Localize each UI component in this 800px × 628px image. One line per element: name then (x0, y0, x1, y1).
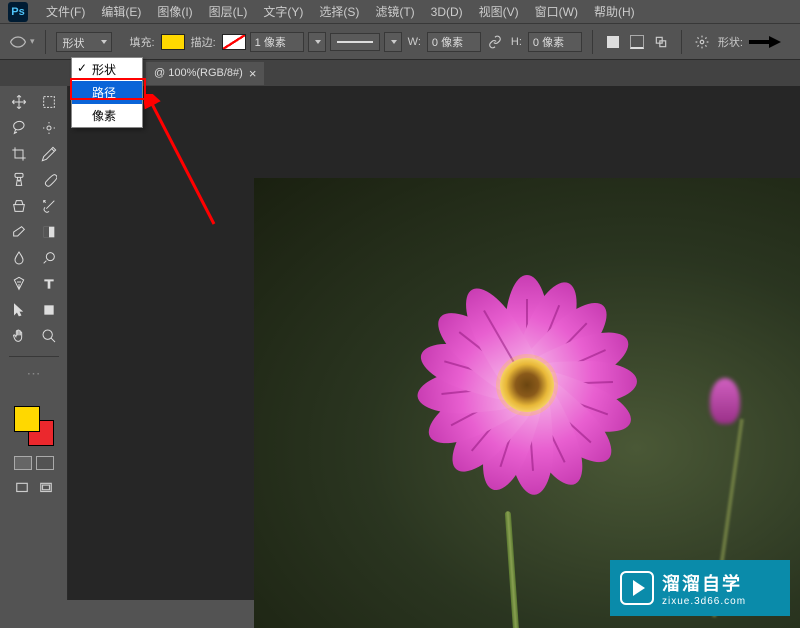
mode-option-path[interactable]: 路径 (72, 81, 142, 104)
stroke-style-menu[interactable] (384, 32, 402, 52)
stroke-label: 描边: (191, 34, 216, 50)
watermark-url: zixue.3d66.com (662, 596, 746, 607)
menu-window[interactable]: 窗口(W) (527, 1, 586, 22)
menu-help[interactable]: 帮助(H) (586, 1, 643, 22)
menu-layer[interactable]: 图层(L) (201, 1, 256, 22)
shape-label: 形状: (718, 34, 743, 50)
menu-type[interactable]: 文字(Y) (255, 1, 311, 22)
width-input[interactable] (427, 32, 481, 52)
menu-view[interactable]: 视图(V) (471, 1, 527, 22)
document-canvas[interactable]: 溜溜自学 zixue.3d66.com (254, 178, 800, 628)
zoom-tool[interactable] (35, 324, 63, 348)
menu-file[interactable]: 文件(F) (38, 1, 93, 22)
tab-close-icon[interactable]: × (249, 66, 257, 81)
height-label: H: (511, 36, 522, 48)
menu-image[interactable]: 图像(I) (149, 1, 200, 22)
gradient-tool[interactable] (35, 220, 63, 244)
main-area: ⋯ (0, 86, 800, 600)
brush-tool[interactable] (35, 168, 63, 192)
tool-preset-icon[interactable]: ▾ (8, 32, 35, 52)
blur-tool[interactable] (5, 246, 33, 270)
stroke-width-dropdown[interactable] (308, 32, 326, 52)
arrow-shape-icon (749, 36, 781, 48)
flower-image (407, 265, 647, 505)
canvas-area: 溜溜自学 zixue.3d66.com (68, 86, 800, 600)
color-picker-section (14, 406, 54, 446)
eyedropper-tool[interactable] (35, 142, 63, 166)
hand-tool[interactable] (5, 324, 33, 348)
tool-mode-dropdown[interactable]: 形状 (56, 32, 112, 52)
width-label: W: (408, 36, 421, 48)
pathops-icon[interactable] (603, 32, 623, 52)
shape-picker[interactable] (749, 36, 781, 48)
options-bar: ▾ 形状 填充: 描边: W: H: 形状: (0, 24, 800, 60)
quickmask-icon-2[interactable] (36, 456, 54, 470)
menu-select[interactable]: 选择(S) (311, 1, 367, 22)
lasso-tool[interactable] (5, 116, 33, 140)
screenmode-icon-2[interactable] (36, 478, 56, 498)
crop-tool[interactable] (5, 142, 33, 166)
pen-tool[interactable] (5, 272, 33, 296)
link-icon[interactable] (485, 32, 505, 52)
foreground-color[interactable] (14, 406, 40, 432)
shape-tool[interactable] (35, 298, 63, 322)
type-tool[interactable] (35, 272, 63, 296)
quickmask-icon[interactable] (14, 456, 32, 470)
menu-3d[interactable]: 3D(D) (423, 3, 471, 21)
height-input[interactable] (528, 32, 582, 52)
ps-logo: Ps (8, 2, 28, 22)
history-brush-tool[interactable] (35, 194, 63, 218)
stroke-width-input[interactable] (250, 32, 304, 52)
dodge-tool[interactable] (35, 246, 63, 270)
arrange-icon[interactable] (651, 32, 671, 52)
menu-edit[interactable]: 编辑(E) (93, 1, 149, 22)
document-tab[interactable]: @ 100%(RGB/8#) × (146, 62, 264, 85)
toolbox: ⋯ (0, 86, 68, 600)
quick-select-tool[interactable] (35, 116, 63, 140)
fill-label: 填充: (130, 34, 155, 50)
mode-option-shape[interactable]: 形状 (72, 58, 142, 81)
spot-heal-tool[interactable] (5, 168, 33, 192)
clone-stamp-tool[interactable] (5, 194, 33, 218)
tool-mode-menu: 形状 路径 像素 (71, 57, 143, 128)
watermark-title: 溜溜自学 (662, 570, 746, 596)
align-icon[interactable] (627, 32, 647, 52)
gear-icon[interactable] (692, 32, 712, 52)
menu-bar: Ps 文件(F) 编辑(E) 图像(I) 图层(L) 文字(Y) 选择(S) 滤… (0, 0, 800, 24)
screenmode-icon[interactable] (12, 478, 32, 498)
watermark: 溜溜自学 zixue.3d66.com (610, 560, 790, 616)
stroke-color-swatch[interactable] (222, 34, 246, 50)
menu-filter[interactable]: 滤镜(T) (367, 1, 422, 22)
flower-stem (504, 511, 523, 628)
marquee-tool[interactable] (35, 90, 63, 114)
document-tab-title: @ 100%(RGB/8#) (154, 67, 243, 79)
mode-option-pixels[interactable]: 像素 (72, 104, 142, 127)
move-tool[interactable] (5, 90, 33, 114)
flower-bud (710, 378, 740, 424)
eraser-tool[interactable] (5, 220, 33, 244)
stroke-style-dropdown[interactable] (330, 33, 380, 51)
path-select-tool[interactable] (5, 298, 33, 322)
fill-color-swatch[interactable] (161, 34, 185, 50)
